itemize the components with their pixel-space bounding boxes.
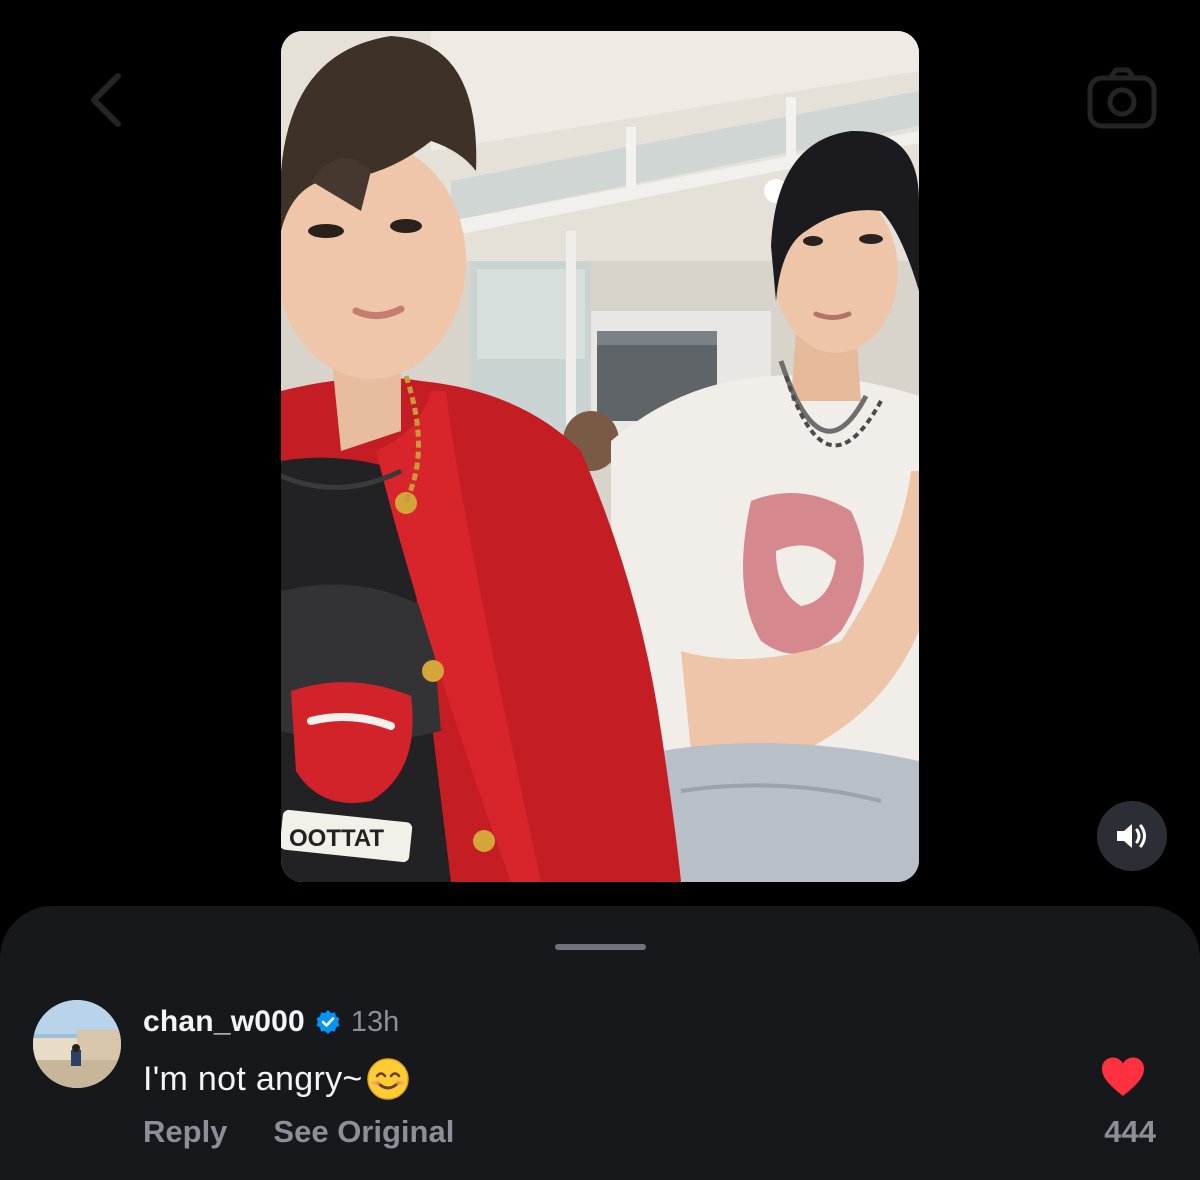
video-frame-image: OOTTAT: [281, 31, 919, 882]
comment-text: I'm not angry~: [143, 1059, 363, 1098]
see-original-button[interactable]: See Original: [273, 1114, 454, 1150]
reel-comment-screen: OOTTAT chan_w000 13h I'm not angry~ Repl…: [0, 0, 1200, 1180]
speaker-on-icon: [1117, 824, 1146, 848]
comment-username[interactable]: chan_w000: [143, 1005, 305, 1039]
comments-sheet: chan_w000 13h I'm not angry~ Reply See O…: [0, 906, 1200, 1180]
sheet-grabber-handle[interactable]: [555, 944, 646, 950]
sound-toggle-button[interactable]: [1097, 801, 1167, 871]
avatar[interactable]: [33, 1000, 121, 1088]
heart-icon[interactable]: [1100, 1056, 1146, 1098]
chevron-left-icon[interactable]: [82, 70, 132, 130]
comment-timestamp: 13h: [350, 1005, 400, 1038]
comment-body: I'm not angry~: [143, 1054, 410, 1104]
reply-button[interactable]: Reply: [143, 1114, 227, 1150]
comment-actions: Reply See Original: [143, 1112, 454, 1152]
comment-header: chan_w000 13h: [143, 1002, 399, 1042]
like-count: 444: [1104, 1114, 1156, 1149]
smiling-face-icon: [366, 1057, 410, 1101]
avatar-image: [33, 1000, 121, 1088]
verified-badge-icon: [315, 1009, 341, 1035]
camera-icon[interactable]: [1086, 66, 1158, 130]
video-player[interactable]: OOTTAT: [281, 31, 919, 882]
svg-text:OOTTAT: OOTTAT: [289, 825, 384, 852]
